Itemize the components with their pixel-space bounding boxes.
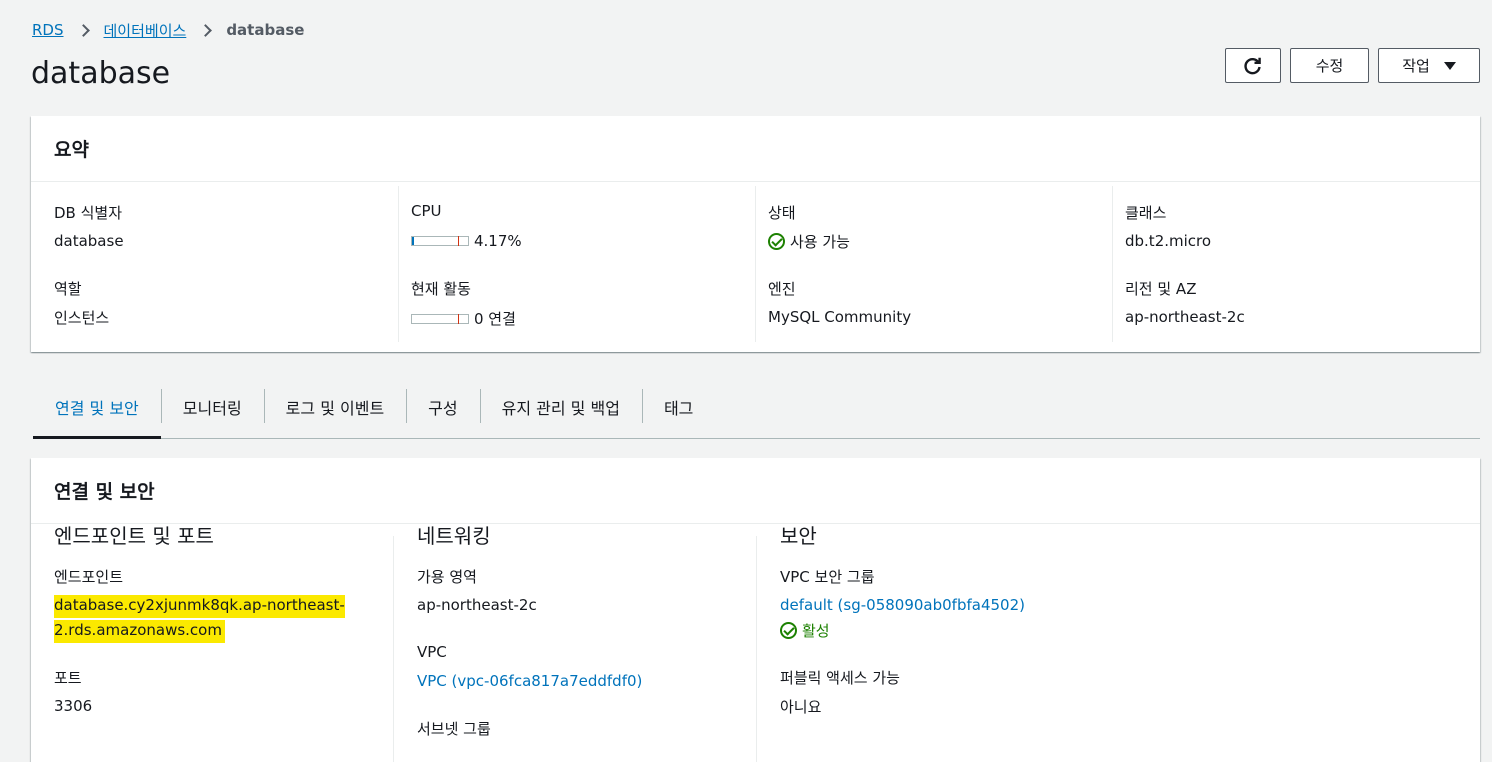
endpoint-label: 엔드포인트 [54,568,124,586]
tab-tags[interactable]: 태그 [641,385,715,438]
breadcrumb-rds-link[interactable]: RDS [32,21,64,39]
connectivity-panel: 연결 및 보안 엔드포인트 및 포트 엔드포인트 database.cy2xju… [31,458,1480,762]
breadcrumb-databases-link[interactable]: 데이터베이스 [104,20,187,41]
region-value: ap-northeast-2c [1125,308,1245,326]
az-label: 가용 영역 [417,568,477,586]
tab-maintenance-backup[interactable]: 유지 관리 및 백업 [479,385,642,438]
edit-button[interactable]: 수정 [1290,48,1369,83]
port-value: 3306 [54,697,93,715]
cpu-bar [411,236,469,246]
page-title: database [31,56,171,91]
status-badge: 사용 가능 [768,231,850,252]
db-id-label: DB 식별자 [54,204,123,222]
vpc-label: VPC [417,643,447,661]
sg-status-value: 활성 [802,622,830,640]
cpu-value: 4.17% [474,232,522,250]
connectivity-title: 연결 및 보안 [31,458,1480,524]
summary-col-identifier: DB 식별자 database 역할 인스턴스 [31,186,398,342]
db-id-value: database [54,232,124,250]
refresh-icon [1244,57,1261,74]
caret-down-icon [1443,61,1456,70]
security-group-link[interactable]: default (sg-058090ab0fbfa4502) [780,596,1025,614]
activity-bar [411,313,469,324]
az-value: ap-northeast-2c [417,596,537,614]
region-label: 리전 및 AZ [1125,280,1197,298]
vpc-link[interactable]: VPC (vpc-06fca817a7eddfdf0) [417,672,642,690]
endpoint-value-line1[interactable]: database.cy2xjunmk8qk.ap-northeast- [54,595,345,618]
security-column: 보안 VPC 보안 그룹 default (sg-058090ab0fbfa45… [756,524,1480,762]
cpu-meter: 4.17% [411,232,522,250]
summary-title: 요약 [31,116,1480,182]
breadcrumb: RDS 데이터베이스 database [32,19,304,41]
summary-col-status: 상태 사용 가능 엔진 MySQL Community [755,186,1112,342]
check-circle-icon [768,233,785,250]
tab-logs-events[interactable]: 로그 및 이벤트 [263,385,407,438]
summary-col-cpu: CPU 4.17% 현재 활동 0 연결 [398,186,755,342]
class-value: db.t2.micro [1125,232,1212,250]
status-value: 사용 가능 [790,233,850,251]
tab-configuration[interactable]: 구성 [406,385,479,438]
public-access-label: 퍼블릭 액세스 가능 [780,669,900,687]
detail-tabs: 연결 및 보안 모니터링 로그 및 이벤트 구성 유지 관리 및 백업 태그 [33,385,1480,439]
sg-label: VPC 보안 그룹 [780,568,875,586]
actions-label: 작업 [1402,57,1430,75]
class-label: 클래스 [1125,204,1167,222]
summary-col-class: 클래스 db.t2.micro 리전 및 AZ ap-northeast-2c [1112,186,1480,342]
status-label: 상태 [768,204,796,222]
security-section-title: 보안 [780,524,817,548]
engine-value: MySQL Community [768,308,912,326]
actions-dropdown-button[interactable]: 작업 [1378,48,1480,83]
activity-label: 현재 활동 [411,280,471,298]
summary-panel: 요약 DB 식별자 database 역할 인스턴스 CPU 4.17% 현재 … [31,116,1480,352]
breadcrumb-current: database [226,21,305,39]
endpoint-section-title: 엔드포인트 및 포트 [54,524,214,548]
subnet-group-label: 서브넷 그룹 [417,720,491,738]
public-access-value: 아니요 [780,698,822,716]
port-label: 포트 [54,669,82,687]
role-value: 인스턴스 [54,309,110,327]
tab-monitoring[interactable]: 모니터링 [160,385,264,438]
engine-label: 엔진 [768,280,796,298]
endpoint-column: 엔드포인트 및 포트 엔드포인트 database.cy2xjunmk8qk.a… [31,524,393,762]
chevron-right-icon [200,24,212,36]
networking-column: 네트워킹 가용 영역 ap-northeast-2c VPC VPC (vpc-… [393,524,756,762]
check-circle-icon [780,622,797,639]
networking-section-title: 네트워킹 [417,524,491,548]
refresh-button[interactable] [1225,48,1281,83]
tab-connectivity-security[interactable]: 연결 및 보안 [33,385,161,439]
role-label: 역할 [54,280,82,298]
chevron-right-icon [78,24,90,36]
cpu-label: CPU [411,202,442,220]
activity-value: 0 연결 [474,310,516,328]
activity-meter: 0 연결 [411,308,516,329]
endpoint-value-line2[interactable]: 2.rds.amazonaws.com [54,620,225,643]
sg-status-badge: 활성 [780,620,830,641]
